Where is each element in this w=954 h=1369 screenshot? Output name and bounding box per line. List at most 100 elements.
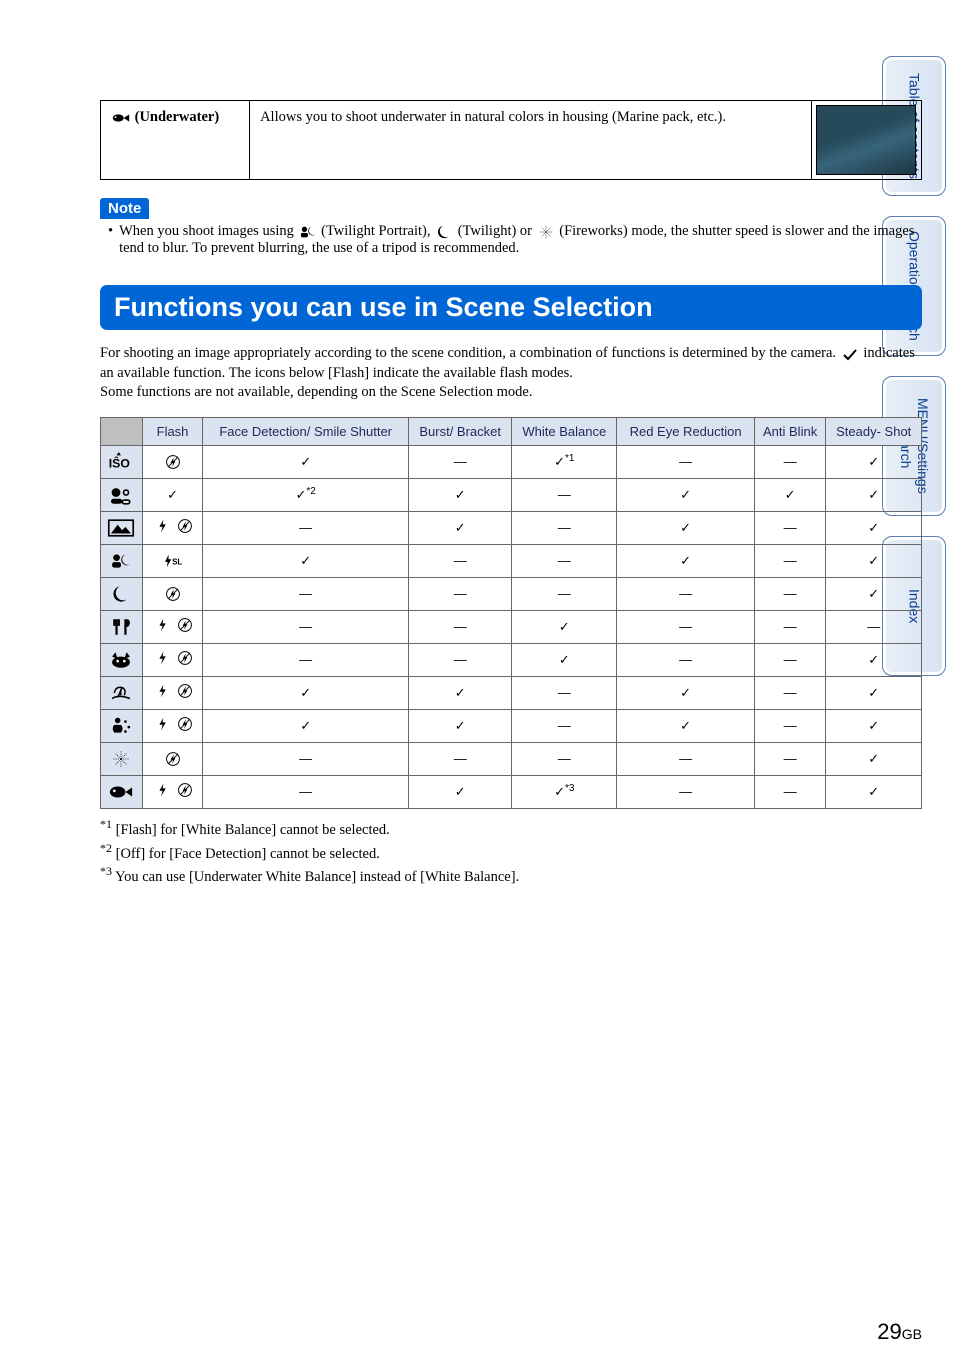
col-steady: Steady- Shot	[826, 417, 922, 445]
cell	[617, 511, 754, 544]
row-icon-beach	[101, 676, 143, 709]
flash-off-icon	[163, 454, 183, 470]
cell	[617, 577, 754, 610]
underwater-icon	[111, 110, 131, 126]
cell	[754, 577, 826, 610]
table-row	[101, 676, 922, 709]
note-heading: Note	[100, 198, 149, 219]
cell	[512, 478, 617, 511]
cell	[409, 445, 512, 478]
col-antiblink: Anti Blink	[754, 417, 826, 445]
cell	[203, 643, 409, 676]
table-row	[101, 610, 922, 643]
cell	[203, 445, 409, 478]
cell	[203, 610, 409, 643]
cell	[203, 742, 409, 775]
cell	[826, 775, 922, 808]
cell	[754, 676, 826, 709]
cell	[826, 610, 922, 643]
cell	[617, 676, 754, 709]
flash-on-icon	[151, 650, 171, 666]
cell	[409, 478, 512, 511]
underwater-mode-table: (Underwater) Allows you to shoot underwa…	[100, 100, 922, 180]
row-icon-pet	[101, 643, 143, 676]
cell	[617, 610, 754, 643]
cell	[617, 742, 754, 775]
note-text: (Twilight Portrait),	[318, 223, 435, 239]
cell	[512, 577, 617, 610]
table-row	[101, 577, 922, 610]
cell	[142, 742, 202, 775]
col-burst: Burst/ Bracket	[409, 417, 512, 445]
slow-synchro-icon	[163, 553, 183, 569]
flash-off-icon	[163, 586, 183, 602]
cell	[754, 610, 826, 643]
table-row: *2	[101, 478, 922, 511]
cell	[203, 676, 409, 709]
cell	[826, 445, 922, 478]
cell	[409, 742, 512, 775]
row-icon-landscape	[101, 511, 143, 544]
check-icon	[840, 346, 860, 362]
cell	[754, 478, 826, 511]
cell	[617, 478, 754, 511]
footnote-text: You can use [Underwater White Balance] i…	[115, 869, 519, 885]
cell	[617, 643, 754, 676]
mode-name-cell: (Underwater)	[101, 101, 250, 180]
cell	[826, 643, 922, 676]
cell	[512, 544, 617, 577]
cell	[826, 544, 922, 577]
row-icon-snow	[101, 709, 143, 742]
flash-on-icon	[151, 518, 171, 534]
cell	[409, 511, 512, 544]
footnotes: *1 [Flash] for [White Balance] cannot be…	[100, 817, 922, 886]
cell	[142, 775, 202, 808]
cell	[203, 511, 409, 544]
col-redeye: Red Eye Reduction	[617, 417, 754, 445]
cell	[826, 478, 922, 511]
cell	[512, 742, 617, 775]
fireworks-icon	[536, 224, 556, 240]
note-body: • When you shoot images using (Twilight …	[100, 223, 922, 257]
page-region: GB	[902, 1326, 922, 1342]
twilight-portrait-icon	[298, 224, 318, 240]
cell	[512, 610, 617, 643]
row-icon-iso	[101, 445, 143, 478]
cell	[754, 544, 826, 577]
row-icon-fireworks	[101, 742, 143, 775]
cell	[203, 709, 409, 742]
cell	[203, 775, 409, 808]
twilight-icon	[434, 224, 454, 240]
table-row	[101, 544, 922, 577]
cell	[203, 544, 409, 577]
note-text: (Twilight) or	[454, 223, 536, 239]
footnote-text: [Flash] for [White Balance] cannot be se…	[116, 822, 390, 838]
cell	[409, 643, 512, 676]
mode-sample-image	[812, 101, 922, 180]
intro-part: For shooting an image appropriately acco…	[100, 345, 840, 361]
row-icon-underwater	[101, 775, 143, 808]
section-title: Functions you can use in Scene Selection	[100, 285, 922, 330]
cell: *3	[512, 775, 617, 808]
col-face: Face Detection/ Smile Shutter	[203, 417, 409, 445]
row-icon-softsnap	[101, 478, 143, 511]
mode-desc: Allows you to shoot underwater in natura…	[250, 101, 812, 180]
flash-off-icon	[175, 650, 195, 666]
cell	[409, 709, 512, 742]
cell	[617, 709, 754, 742]
cell	[754, 709, 826, 742]
flash-off-icon	[175, 782, 195, 798]
table-row	[101, 511, 922, 544]
cell	[826, 577, 922, 610]
table-corner	[101, 417, 143, 445]
flash-off-icon	[163, 751, 183, 767]
functions-table: Flash Face Detection/ Smile Shutter Burs…	[100, 417, 922, 809]
cell	[142, 478, 202, 511]
cell	[826, 676, 922, 709]
flash-off-icon	[175, 683, 195, 699]
cell	[409, 544, 512, 577]
mode-name: (Underwater)	[131, 109, 219, 125]
cell: *1	[512, 445, 617, 478]
cell	[142, 544, 202, 577]
cell	[512, 676, 617, 709]
